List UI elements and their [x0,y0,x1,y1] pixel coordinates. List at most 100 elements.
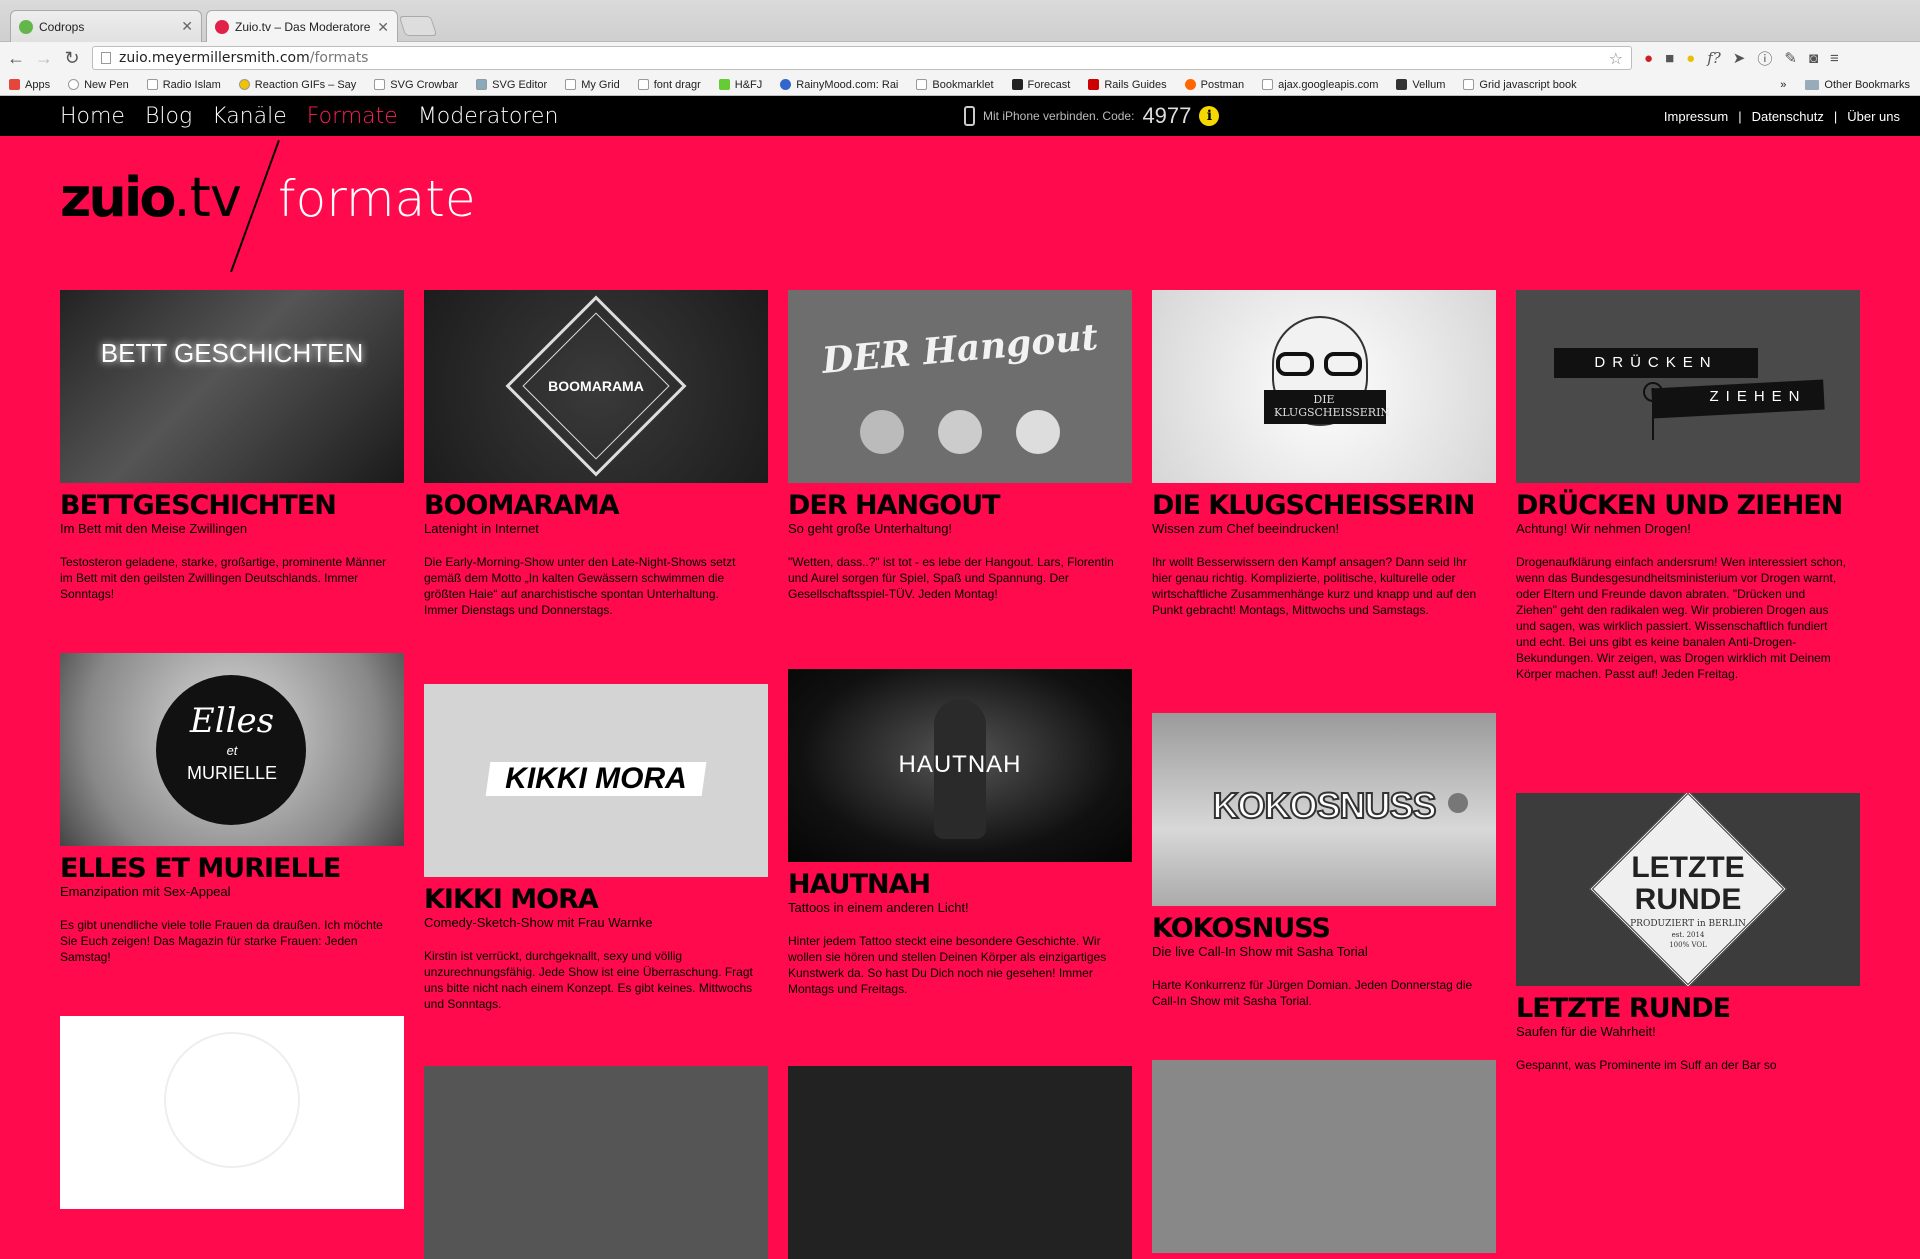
bookmark-item[interactable]: Reaction GIFs – Say [230,79,366,91]
bookmark-item[interactable]: Postman [1176,79,1253,91]
zuio-logo[interactable]: zuio.tv [60,166,242,229]
image-title: KIKKI MORA [505,762,687,795]
nav-moderatoren[interactable]: Moderatoren [418,104,559,129]
smiley-icon [238,79,250,90]
glasses-icon [1276,352,1314,376]
tab-codrops[interactable]: Codrops ✕ [10,10,202,42]
format-image[interactable] [424,1066,768,1259]
pinterest-icon[interactable]: ● [1644,50,1653,67]
close-icon[interactable]: ✕ [377,19,389,36]
format-title[interactable]: BETTGESCHICHTEN [60,491,404,520]
format-card-partial[interactable] [788,1066,1132,1259]
format-image[interactable]: DRÜCKEN ZIEHEN [1516,290,1860,483]
format-image[interactable] [788,1066,1132,1259]
info-circle-icon[interactable]: ⓘ [1757,48,1772,69]
legal-links: Impressum | Datenschutz | Über uns [1664,96,1900,136]
format-image[interactable]: BETT GESCHICHTEN [60,290,404,483]
bookmark-item[interactable]: Vellum [1387,79,1454,91]
page-icon [101,52,111,64]
menu-icon[interactable]: ≡ [1830,50,1839,67]
bookmark-item[interactable]: Radio Islam [138,79,230,91]
bookmark-label: ajax.googleapis.com [1278,78,1379,91]
bookmark-item[interactable]: H&FJ [710,79,772,91]
format-image[interactable]: KOKOSNUSS [1152,713,1496,906]
nav-blog[interactable]: Blog [145,104,192,129]
format-image[interactable]: LETZTE RUNDE PRODUZIERT in BERLIN est. 2… [1516,793,1860,986]
format-title[interactable]: DRÜCKEN UND ZIEHEN [1516,491,1860,520]
format-image[interactable]: HAUTNAH [788,669,1132,862]
close-icon[interactable]: ✕ [181,18,193,35]
format-title[interactable]: LETZTE RUNDE [1516,994,1860,1023]
pointer-icon[interactable]: ➤ [1733,49,1746,67]
bookmark-item[interactable]: New Pen [59,79,138,91]
format-card-letzte-runde[interactable]: LETZTE RUNDE PRODUZIERT in BERLIN est. 2… [1516,793,1860,1073]
bookmark-item[interactable]: My Grid [556,79,629,91]
format-title[interactable]: DIE KLUGSCHEISSERIN [1152,491,1496,520]
format-image[interactable]: KIKKI MORA [424,684,768,877]
format-image[interactable]: DER Hangout [788,290,1132,483]
format-title[interactable]: BOOMARAMA [424,491,768,520]
format-card-partial[interactable] [424,1066,768,1259]
format-image[interactable] [60,1016,404,1209]
bookmark-item[interactable]: font dragr [629,79,710,91]
format-card-elles-et-murielle[interactable]: Elles et MURIELLE ELLES ET MURIELLE Eman… [60,653,404,965]
separator: | [1738,108,1742,124]
eyedropper-icon[interactable]: ✎ [1784,49,1797,67]
format-description: Testosteron geladene, starke, großartige… [60,555,387,601]
format-title[interactable]: HAUTNAH [788,870,1132,899]
format-card-kikki-mora[interactable]: KIKKI MORA KIKKI MORA Comedy-Sketch-Show… [424,684,768,1012]
pocket-icon[interactable]: ◙ [1809,50,1818,67]
new-tab-button[interactable] [398,16,438,36]
format-card-boomarama[interactable]: BOOMARAMA BOOMARAMA Latenight in Interne… [424,290,768,618]
format-subtitle: So geht große Unterhaltung! [788,521,953,536]
format-card-kokosnuss[interactable]: KOKOSNUSS KOKOSNUSS Die live Call-In Sho… [1152,713,1496,1009]
bookmark-star-icon[interactable]: ☆ [1609,49,1623,68]
format-card-partial[interactable] [60,1016,404,1209]
bookmark-item[interactable]: Forecast [1003,79,1080,91]
url-host: zuio.meyermillersmith.com [119,50,310,66]
format-image[interactable]: Elles et MURIELLE [60,653,404,846]
bookmark-item[interactable]: ajax.googleapis.com [1253,79,1387,91]
back-arrow-icon[interactable]: ← [4,48,28,69]
format-image[interactable] [1152,1060,1496,1253]
bookmark-item[interactable]: Apps [0,79,59,91]
image-title: RUNDE [1634,883,1742,916]
font-face-icon[interactable]: f? [1707,49,1721,67]
format-card-partial[interactable] [1152,1060,1496,1253]
tab-zuio[interactable]: Zuio.tv – Das Moderatoren ✕ [206,10,398,43]
nav-home[interactable]: Home [60,104,125,129]
format-title[interactable]: ELLES ET MURIELLE [60,854,404,883]
format-card-hautnah[interactable]: HAUTNAH HAUTNAH Tattoos in einem anderen… [788,669,1132,997]
format-title[interactable]: DER HANGOUT [788,491,1132,520]
address-bar[interactable]: zuio.meyermillersmith.com/formats ☆ [92,46,1632,70]
bookmarks-overflow-button[interactable]: » [1780,79,1786,91]
bookmark-item[interactable]: SVG Editor [467,79,556,91]
link-impressum[interactable]: Impressum [1664,109,1728,124]
format-title[interactable]: KOKOSNUSS [1152,914,1496,943]
other-bookmarks[interactable]: » Other Bookmarks [1780,74,1910,96]
nav-formate[interactable]: Formate [307,104,398,129]
reload-icon[interactable]: ↻ [60,48,84,69]
bookmark-item[interactable]: Rails Guides [1079,79,1175,91]
format-image[interactable]: BOOMARAMA [424,290,768,483]
format-card-druecken-und-ziehen[interactable]: DRÜCKEN ZIEHEN DRÜCKEN UND ZIEHEN Achtun… [1516,290,1860,682]
lightbulb-icon[interactable]: ● [1686,50,1695,67]
format-card-der-hangout[interactable]: DER Hangout DER HANGOUT So geht große Un… [788,290,1132,602]
link-datenschutz[interactable]: Datenschutz [1752,109,1824,124]
format-image[interactable]: DIE KLUGSCHEISSERIN [1152,290,1496,483]
format-card-bettgeschichten[interactable]: BETT GESCHICHTEN BETTGESCHICHTEN Im Bett… [60,290,404,602]
format-subtitle: Comedy-Sketch-Show mit Frau Warnke [424,915,653,930]
bookmark-item[interactable]: RainyMood.com: Rai [771,79,907,91]
forward-arrow-icon[interactable]: → [32,48,56,69]
bookmark-item[interactable]: Bookmarklet [907,79,1002,91]
format-card-die-klugscheisserin[interactable]: DIE KLUGSCHEISSERIN DIE KLUGSCHEISSERIN … [1152,290,1496,618]
bookmark-item[interactable]: SVG Crowbar [365,79,467,91]
format-title[interactable]: KIKKI MORA [424,885,768,914]
format-description: Kirstin ist verrückt, durchgeknallt, sex… [424,949,753,1011]
nav-kanaele[interactable]: Kanäle [212,104,287,129]
link-ueber-uns[interactable]: Über uns [1847,109,1900,124]
apps-grid-icon [9,79,20,90]
bookmark-item[interactable]: Grid javascript book [1454,79,1585,91]
info-icon[interactable]: i [1199,106,1220,126]
camera-icon[interactable]: ■ [1665,50,1674,67]
